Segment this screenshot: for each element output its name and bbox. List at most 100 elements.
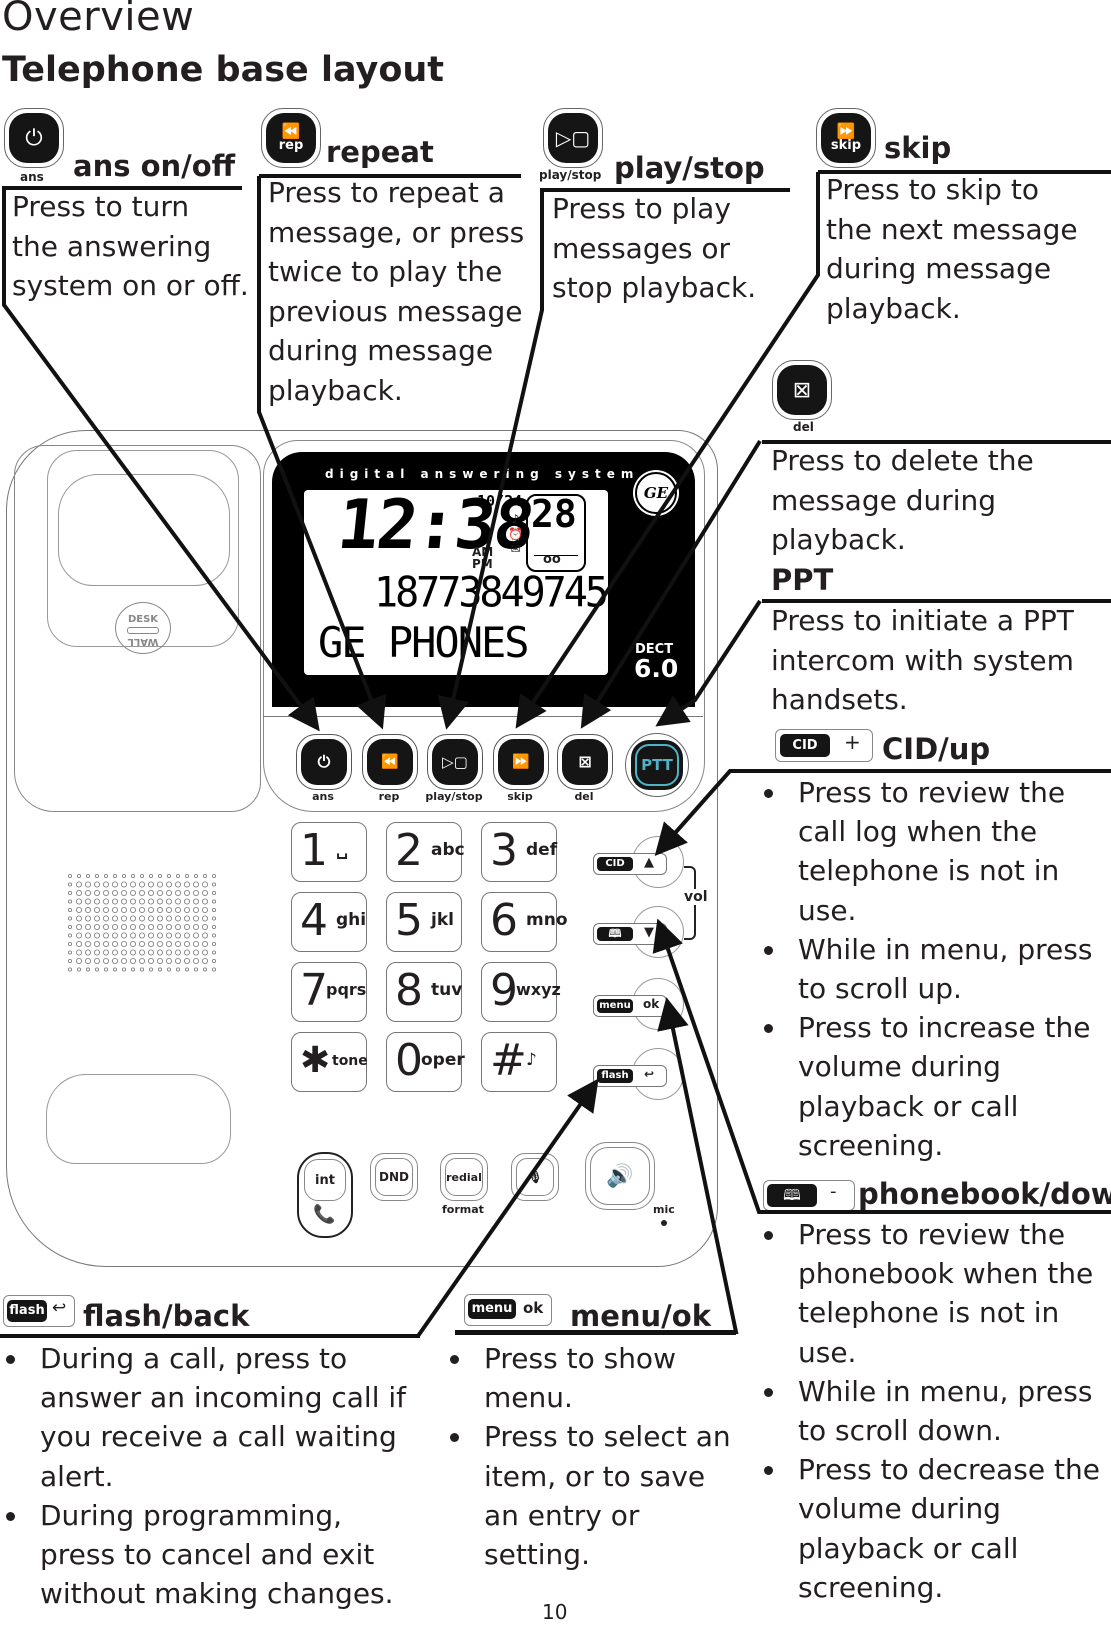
grille-hole: [103, 898, 110, 905]
grille-hole: [184, 898, 191, 905]
grille-hole: [112, 898, 119, 905]
skip-button[interactable]: ⏩: [493, 734, 549, 790]
keypad-key[interactable]: 7 pqrs: [291, 962, 367, 1022]
mute-button[interactable]: 🎙: [511, 1153, 559, 1201]
grille-hole: [75, 915, 82, 922]
grille-hole: [84, 949, 91, 956]
desk-wall-switch[interactable]: DESK WALL: [115, 602, 171, 654]
keypad-key[interactable]: 4 ghi: [291, 892, 367, 952]
grille-hole: [75, 924, 82, 931]
grille-hole: [175, 907, 182, 914]
grille-hole: [157, 881, 164, 888]
menu-ok-button[interactable]: menu ok: [593, 995, 667, 1017]
grille-hole: [166, 881, 173, 888]
grille-hole: [148, 949, 155, 956]
rep-button[interactable]: ⏪: [362, 734, 418, 790]
del-button-label: del: [574, 790, 594, 803]
grille-hole: [84, 915, 91, 922]
grille-hole: [76, 874, 81, 879]
key-digit: 2: [395, 825, 423, 876]
play-stop-button[interactable]: ▷▢: [427, 734, 483, 790]
grille-hole: [149, 967, 154, 972]
grille-hole: [112, 924, 119, 931]
panel-divider: [263, 716, 703, 717]
grille-hole: [175, 915, 182, 922]
grille-hole: [68, 908, 73, 913]
key-letters: wxyz: [516, 980, 561, 999]
grille-hole: [112, 958, 119, 965]
grille-hole: [93, 949, 100, 956]
grille-hole: [184, 924, 191, 931]
int-button[interactable]: int 📞: [297, 1152, 353, 1238]
keypad-key[interactable]: 2 abc: [386, 822, 465, 882]
redial-button[interactable]: redial: [440, 1153, 488, 1201]
grille-hole: [175, 898, 182, 905]
grille-hole: [201, 889, 208, 896]
grille-hole: [104, 967, 109, 972]
grille-hole: [175, 941, 182, 948]
grille-hole: [103, 924, 110, 931]
keypad-key[interactable]: 6 mno: [481, 892, 568, 952]
speaker-grille: [68, 874, 216, 972]
del-button[interactable]: ⊠: [557, 734, 613, 790]
play-stop-icon: ▷▢: [432, 739, 478, 785]
skip-button-label: skip: [507, 790, 533, 803]
grille-hole: [130, 958, 137, 965]
grille-hole: [93, 907, 100, 914]
grille-hole: [139, 889, 146, 896]
grille-hole: [68, 882, 73, 887]
dnd-button[interactable]: DND: [370, 1153, 418, 1201]
grille-hole: [201, 881, 208, 888]
lcd-ampm: AM PM: [472, 546, 493, 570]
key-letters: mno: [526, 910, 568, 930]
grille-hole: [93, 915, 100, 922]
format-label: format: [442, 1203, 484, 1216]
lcd-name: GE PHONES: [318, 618, 530, 667]
phonebook-down-button[interactable]: 🕮 ▼: [593, 923, 667, 945]
key-digit: 5: [395, 895, 423, 946]
menu-key-label: menu: [597, 999, 633, 1013]
grille-hole: [103, 915, 110, 922]
grille-hole: [166, 924, 173, 931]
keypad-key[interactable]: # ♪: [481, 1032, 557, 1092]
grille-hole: [112, 889, 119, 896]
grille-hole: [140, 967, 145, 972]
key-letters: def: [526, 840, 558, 860]
ans-button-label: ans: [312, 790, 334, 803]
ok-key-label: ok: [643, 997, 660, 1011]
grille-hole: [112, 932, 119, 939]
ptt-button[interactable]: PTT: [625, 733, 689, 797]
grille-hole: [139, 907, 146, 914]
ans-button[interactable]: ⏻: [296, 734, 352, 790]
keypad-key[interactable]: 1 ␣: [291, 822, 367, 882]
cid-up-button[interactable]: CID ▲: [593, 853, 667, 875]
rep-button-label: rep: [378, 790, 400, 803]
grille-hole: [158, 967, 163, 972]
grille-hole: [192, 881, 199, 888]
keypad-key[interactable]: 5 jkl: [386, 892, 462, 952]
keypad-key[interactable]: ✱ tone: [291, 1032, 368, 1092]
grille-hole: [112, 907, 119, 914]
keypad-key[interactable]: 3 def: [481, 822, 557, 882]
lcd-status-icons: ♪ ⏰ ✉: [508, 512, 523, 557]
grille-hole: [84, 941, 91, 948]
flash-back-button[interactable]: flash ↩: [593, 1065, 667, 1087]
speakerphone-button[interactable]: 🔊: [585, 1142, 655, 1210]
key-letters: ghi: [336, 910, 367, 930]
lcd-screen: 12:38 10/24 AM PM ♪ ⏰ ✉ 28 oo 1877384974…: [304, 486, 609, 675]
keypad-key[interactable]: 8 tuv: [386, 962, 462, 1022]
mic-label: mic: [653, 1203, 675, 1216]
grille-hole: [76, 967, 81, 972]
grille-hole: [148, 915, 155, 922]
alarm-icon: ⏰: [508, 527, 523, 541]
grille-hole: [139, 958, 146, 965]
grille-hole: [75, 889, 82, 896]
key-letters: oper: [421, 1050, 465, 1070]
grille-hole: [139, 924, 146, 931]
grille-hole: [84, 924, 91, 931]
keypad-key[interactable]: 0 oper: [386, 1032, 465, 1092]
grille-hole: [75, 881, 82, 888]
keypad-key[interactable]: 9 wxyz: [481, 962, 561, 1022]
grille-hole: [130, 941, 137, 948]
message-icon: ✉: [510, 542, 521, 556]
